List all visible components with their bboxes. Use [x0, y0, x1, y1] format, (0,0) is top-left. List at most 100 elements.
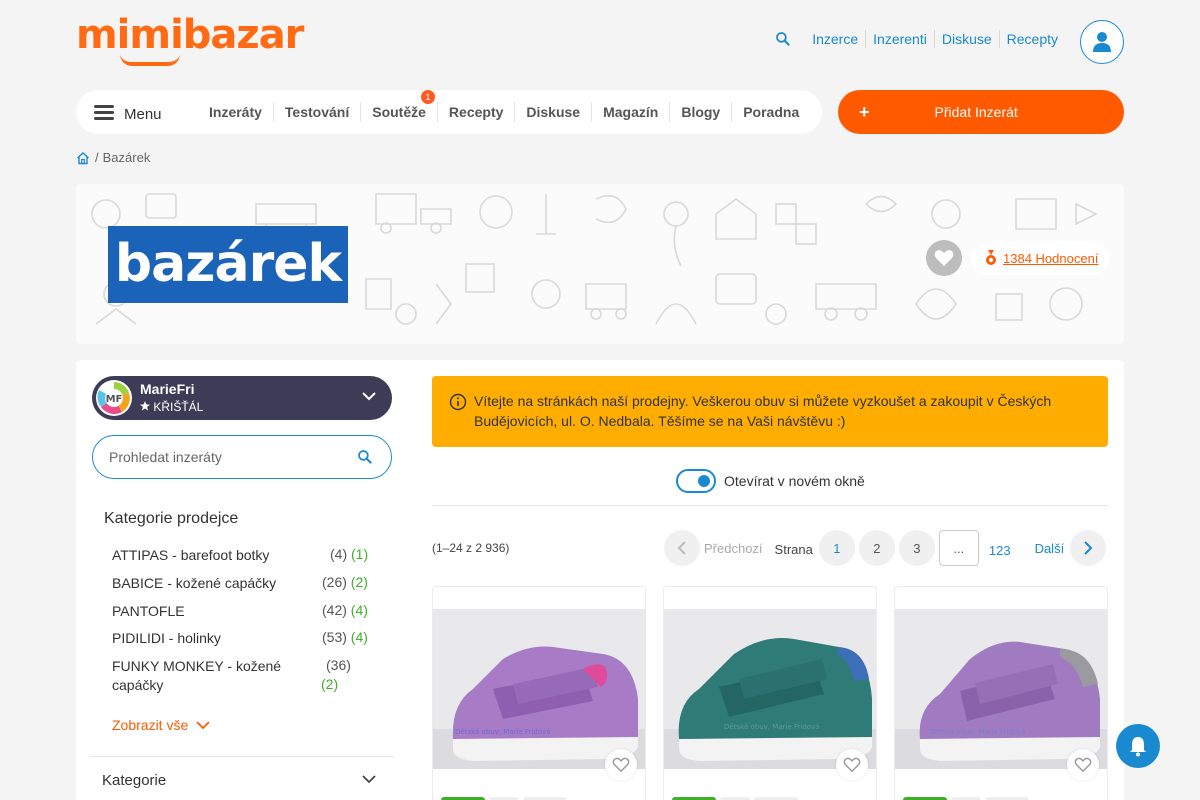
next-page-label[interactable]: Další: [1035, 541, 1065, 556]
svg-text:MF: MF: [106, 394, 123, 405]
show-all-categories-link[interactable]: Zobrazit vše: [112, 717, 210, 733]
plus-icon: +: [859, 101, 870, 122]
content-divider: [432, 505, 1108, 506]
bell-icon: [1130, 737, 1146, 757]
main-navbar: Menu Inzeráty Testování Soutěže 1 Recepty…: [76, 90, 822, 134]
listing-search-input[interactable]: [109, 449, 339, 465]
nav-item-inzeraty[interactable]: Inzeráty: [198, 102, 273, 122]
hamburger-icon: [94, 104, 114, 120]
top-link-inzerenti[interactable]: Inzerenti: [865, 30, 934, 48]
page-1-button[interactable]: 1: [818, 530, 855, 566]
chevron-down-icon: [362, 392, 376, 401]
seller-avatar: MF: [96, 380, 132, 416]
next-page-button[interactable]: [1070, 530, 1107, 566]
rating-link[interactable]: 1384 Hodnocení: [971, 241, 1109, 275]
search-icon[interactable]: [775, 30, 791, 48]
search-icon[interactable]: [357, 449, 373, 465]
prev-page-button[interactable]: [664, 530, 700, 566]
seller-dropdown[interactable]: MF MarieFri KŘIŠŤÁL: [92, 376, 392, 420]
logo-smile: [120, 54, 180, 66]
chevron-right-icon: [1084, 541, 1093, 555]
notification-badge: 1: [420, 90, 435, 104]
top-link-diskuse[interactable]: Diskuse: [933, 30, 999, 48]
breadcrumb-current: Bazárek: [102, 150, 151, 165]
medal-icon: [986, 250, 996, 265]
nav-item-poradna[interactable]: Poradna: [731, 102, 810, 122]
product-photo: Dětská obuv, Marie Frídová: [433, 609, 645, 769]
prev-page-label[interactable]: Předchozí: [704, 541, 763, 556]
shop-notice: Vítejte na stránkách naší prodejny. Vešk…: [432, 376, 1108, 447]
categories-accordion-label[interactable]: Kategorie: [102, 772, 166, 789]
logo-text: mimibazar: [76, 12, 304, 58]
last-page-link[interactable]: 123: [989, 539, 1011, 558]
product-photo: Dětská obuv, Marie Frídová: [895, 609, 1107, 769]
heart-icon: [612, 757, 630, 773]
rating-label: 1384 Hodnocení: [1003, 250, 1099, 266]
open-new-window-setting: Otevírat v novém okně: [676, 469, 865, 493]
heart-icon: [843, 757, 861, 773]
svg-text:Dětská obuv, Marie Frídová: Dětská obuv, Marie Frídová: [455, 728, 550, 736]
notifications-bell-button[interactable]: [1116, 724, 1160, 768]
heart-icon: [934, 250, 954, 266]
shop-logo: bazárek: [108, 226, 348, 303]
sidebar-divider: [90, 756, 394, 757]
nav-item-souteze[interactable]: Soutěže 1: [360, 90, 437, 122]
favorite-shop-button[interactable]: [926, 240, 962, 276]
site-logo[interactable]: mimibazar: [76, 12, 304, 66]
page-2-button[interactable]: 2: [858, 530, 895, 566]
product-card[interactable]: Dětská obuv, Marie Frídová: [663, 586, 877, 800]
svg-text:Dětská obuv, Marie Frídová: Dětská obuv, Marie Frídová: [724, 723, 819, 731]
category-item[interactable]: FUNKY MONKEY - kožené capáčky (36) (2): [112, 657, 372, 713]
add-listing-button[interactable]: + Přidat Inzerát: [838, 90, 1124, 134]
main-panel: MF MarieFri KŘIŠŤÁL Kategorie prodejce A…: [76, 360, 1124, 800]
heart-icon: [1074, 757, 1092, 773]
nav-item-diskuse[interactable]: Diskuse: [514, 102, 591, 122]
breadcrumb-separator: /: [95, 150, 99, 165]
svg-text:Dětská obuv, Marie Frídová: Dětská obuv, Marie Frídová: [930, 728, 1025, 736]
category-item[interactable]: PIDILIDI - holinky (53) (4): [112, 629, 372, 657]
chevron-left-icon: [677, 541, 686, 555]
favorite-product-button[interactable]: [1067, 749, 1099, 781]
page-jump-input[interactable]: ...: [938, 530, 979, 566]
user-icon: [1093, 32, 1111, 52]
nav-item-magazin[interactable]: Magazín: [591, 102, 669, 122]
product-card[interactable]: Dětská obuv, Marie Frídová: [894, 586, 1108, 800]
info-icon: [449, 393, 467, 411]
page-3-button[interactable]: 3: [898, 530, 935, 566]
favorite-product-button[interactable]: [605, 749, 637, 781]
category-item[interactable]: ATTIPAS - barefoot botky (4) (1): [112, 546, 372, 574]
nav-item-blogy[interactable]: Blogy: [669, 102, 731, 122]
nav-item-recepty[interactable]: Recepty: [436, 102, 514, 122]
product-photo: Dětská obuv, Marie Frídová: [664, 609, 876, 769]
chevron-down-icon: [196, 721, 210, 730]
nav-items: Inzeráty Testování Soutěže 1 Recepty Disk…: [198, 90, 810, 122]
category-item[interactable]: BABICE - kožené capáčky (26) (2): [112, 574, 372, 602]
star-icon: [140, 401, 150, 411]
top-link-inzerce[interactable]: Inzerce: [805, 30, 865, 48]
top-link-recepty[interactable]: Recepty: [998, 30, 1065, 48]
seller-name: MarieFri: [140, 381, 195, 397]
seller-category-list: ATTIPAS - barefoot botky (4) (1) BABICE …: [112, 546, 372, 713]
menu-label: Menu: [124, 105, 162, 123]
favorite-product-button[interactable]: [836, 749, 868, 781]
shop-banner: bazárek 1384 Hodnocení: [76, 184, 1124, 344]
chevron-down-icon[interactable]: [362, 774, 376, 784]
home-icon[interactable]: [76, 151, 90, 165]
user-account-button[interactable]: [1080, 20, 1124, 64]
add-listing-label: Přidat Inzerát: [934, 104, 1018, 120]
category-item[interactable]: PANTOFLE (42) (4): [112, 602, 372, 630]
product-card[interactable]: Dětská obuv, Marie Frídová: [432, 586, 646, 800]
top-links: Inzerce Inzerenti Diskuse Recepty: [775, 30, 1065, 48]
toggle-label: Otevírat v novém okně: [724, 473, 865, 489]
seller-categories-title: Kategorie prodejce: [104, 510, 239, 527]
seller-rank: KŘIŠŤÁL: [140, 400, 203, 414]
seller-avatar-image: MF: [97, 382, 130, 415]
results-range: (1–24 z 2 936): [432, 541, 510, 555]
menu-button[interactable]: Menu: [94, 102, 184, 123]
page-label: Strana: [774, 541, 813, 557]
open-new-window-toggle[interactable]: [676, 469, 716, 493]
listing-search: [92, 435, 392, 479]
breadcrumb: / Bazárek: [76, 150, 150, 165]
pagination: Předchozí Strana 1 2 3 ... 123 Další: [664, 530, 1107, 566]
nav-item-testovani[interactable]: Testování: [272, 102, 360, 122]
